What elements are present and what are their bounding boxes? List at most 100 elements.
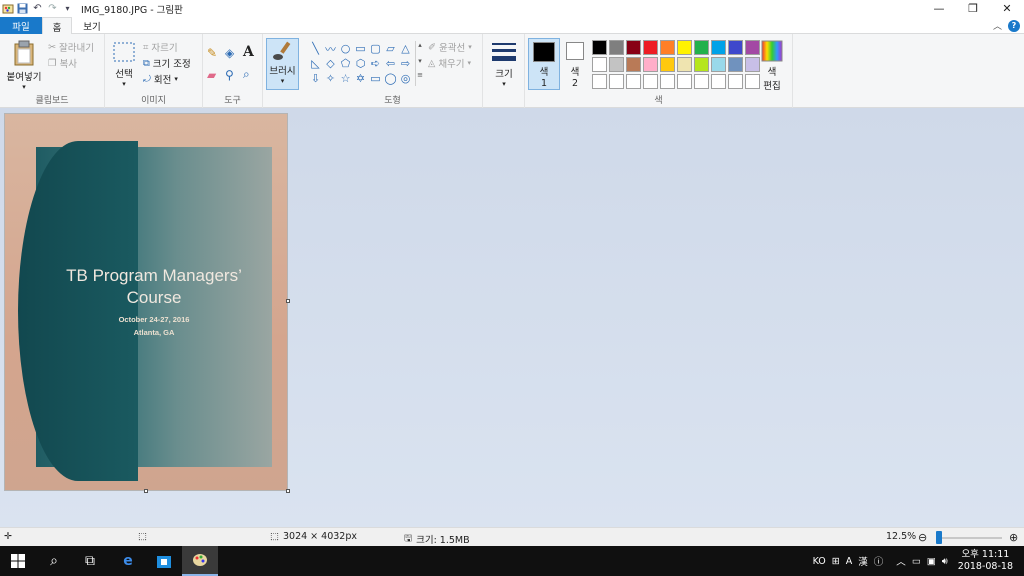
shape-9-icon[interactable]: ⬠ (338, 56, 353, 71)
palette-swatch[interactable] (728, 74, 743, 89)
shape-12-icon[interactable]: ⇦ (383, 56, 398, 71)
edit-colors-button[interactable]: 색 편집 (758, 40, 786, 92)
palette-swatch[interactable] (643, 57, 658, 72)
pencil-icon[interactable]: ✎ (207, 46, 217, 60)
shape-11-icon[interactable]: ➪ (368, 56, 383, 71)
palette-swatch[interactable] (626, 57, 641, 72)
restore-button[interactable]: ❐ (956, 0, 990, 17)
palette-swatch[interactable] (592, 57, 607, 72)
palette-swatch[interactable] (745, 74, 760, 89)
palette-swatch[interactable] (592, 40, 607, 55)
text-tool-icon[interactable]: A (243, 44, 254, 60)
image-canvas[interactable]: TB Program Managers’ Course October 24-2… (4, 113, 288, 491)
zoom-slider-track[interactable] (938, 537, 1002, 539)
palette-swatch[interactable] (694, 40, 709, 55)
palette-swatch[interactable] (728, 57, 743, 72)
help-icon[interactable]: ⓘ (874, 554, 884, 568)
palette-swatch[interactable] (643, 74, 658, 89)
shape-4-icon[interactable]: ▢ (368, 41, 383, 56)
fill-button[interactable]: ◬ 채우기 ▾ (428, 56, 471, 71)
palette-swatch[interactable] (677, 57, 692, 72)
customize-qat-icon[interactable]: ▾ (60, 1, 75, 16)
palette-swatch[interactable] (609, 74, 624, 89)
clock[interactable]: 오후 11:11 2018-08-18 (955, 549, 1016, 573)
shape-18-icon[interactable]: ▭ (368, 71, 383, 86)
shape-2-icon[interactable]: ○ (338, 41, 353, 56)
select-button[interactable]: 선택 ▾ (111, 42, 137, 88)
palette-swatch[interactable] (677, 74, 692, 89)
task-view-icon[interactable]: ⧉ (72, 546, 108, 576)
ime-pad-icon[interactable]: ⊞ (832, 556, 840, 567)
palette-swatch[interactable] (626, 40, 641, 55)
ime-hanja[interactable]: 漢 (858, 554, 868, 568)
help-icon[interactable]: ? (1008, 19, 1020, 32)
color-picker-icon[interactable]: ⚲ (225, 68, 234, 82)
collapse-ribbon-icon[interactable]: ︿ (993, 19, 1002, 32)
start-button[interactable] (0, 546, 36, 576)
palette-swatch[interactable] (694, 74, 709, 89)
resize-handle-right[interactable] (286, 299, 290, 303)
shape-5-icon[interactable]: ▱ (383, 41, 398, 56)
palette-swatch[interactable] (660, 57, 675, 72)
magnifier-icon[interactable]: ⌕ (243, 67, 250, 82)
paste-button[interactable]: 붙여넣기 ▾ (4, 40, 44, 91)
brushes-button[interactable]: 브러시 ▾ (266, 38, 299, 90)
shape-16-icon[interactable]: ☆ (338, 71, 353, 86)
search-icon[interactable]: ⌕ (36, 546, 72, 576)
color1-button[interactable]: 색 1 (528, 38, 560, 90)
shape-14-icon[interactable]: ⇩ (308, 71, 323, 86)
store-icon[interactable] (146, 546, 182, 576)
eraser-icon[interactable]: ▰ (207, 68, 216, 82)
resize-button[interactable]: ⧉ 크기 조정 (143, 56, 191, 71)
volume-icon[interactable]: 🔊︎ (942, 556, 948, 567)
palette-swatch[interactable] (643, 40, 658, 55)
close-button[interactable]: ✕ (990, 0, 1024, 17)
palette-swatch[interactable] (660, 40, 675, 55)
palette-swatch[interactable] (711, 74, 726, 89)
expand-gallery-icon[interactable]: ≡ (417, 71, 423, 79)
shape-17-icon[interactable]: ✡ (353, 71, 368, 86)
palette-swatch[interactable] (626, 74, 641, 89)
redo-icon[interactable]: ↷ (45, 1, 60, 16)
crop-button[interactable]: ⌗ 자르기 (143, 40, 178, 55)
tab-file[interactable]: 파일 (0, 17, 42, 34)
palette-swatch[interactable] (745, 57, 760, 72)
palette-swatch[interactable] (609, 40, 624, 55)
cut-button[interactable]: ✂ 잘라내기 (48, 40, 94, 55)
canvas-workspace[interactable]: TB Program Managers’ Course October 24-2… (0, 108, 1024, 527)
undo-icon[interactable]: ↶ (30, 1, 45, 16)
shape-15-icon[interactable]: ✧ (323, 71, 338, 86)
chevron-down-icon[interactable]: ▾ (418, 57, 422, 65)
fill-bucket-icon[interactable]: ◈ (225, 46, 234, 60)
size-button[interactable]: 크기 ▾ (491, 42, 517, 88)
palette-swatch[interactable] (745, 40, 760, 55)
shape-7-icon[interactable]: ◺ (308, 56, 323, 71)
show-hidden-icons-icon[interactable]: ︿ (896, 554, 906, 568)
ime-mode[interactable]: KO (813, 556, 826, 567)
zoom-slider-thumb[interactable] (936, 531, 942, 544)
paint-taskbar-icon[interactable] (182, 546, 218, 576)
palette-swatch[interactable] (728, 40, 743, 55)
minimize-button[interactable]: — (922, 0, 956, 17)
tab-view[interactable]: 보기 (76, 17, 108, 34)
tab-home[interactable]: 홈 (42, 17, 72, 35)
edge-browser-icon[interactable]: e (110, 546, 146, 576)
zoom-in-icon[interactable]: ⊕ (1009, 531, 1018, 544)
shape-13-icon[interactable]: ⇨ (398, 56, 413, 71)
zoom-out-icon[interactable]: ⊖ (918, 531, 927, 544)
shape-1-icon[interactable]: 〰 (323, 41, 338, 56)
palette-swatch[interactable] (677, 40, 692, 55)
palette-swatch[interactable] (711, 57, 726, 72)
palette-swatch[interactable] (711, 40, 726, 55)
color2-button[interactable]: 색 2 (562, 42, 588, 89)
palette-swatch[interactable] (660, 74, 675, 89)
outline-button[interactable]: ✐ 윤곽선 ▾ (428, 40, 472, 55)
shape-8-icon[interactable]: ◇ (323, 56, 338, 71)
shape-19-icon[interactable]: ◯ (383, 71, 398, 86)
palette-swatch[interactable] (694, 57, 709, 72)
shape-20-icon[interactable]: ◎ (398, 71, 413, 86)
resize-handle-corner[interactable] (286, 489, 290, 493)
save-icon[interactable] (15, 1, 30, 16)
battery-icon[interactable]: ▭ (912, 556, 921, 567)
shape-6-icon[interactable]: △ (398, 41, 413, 56)
